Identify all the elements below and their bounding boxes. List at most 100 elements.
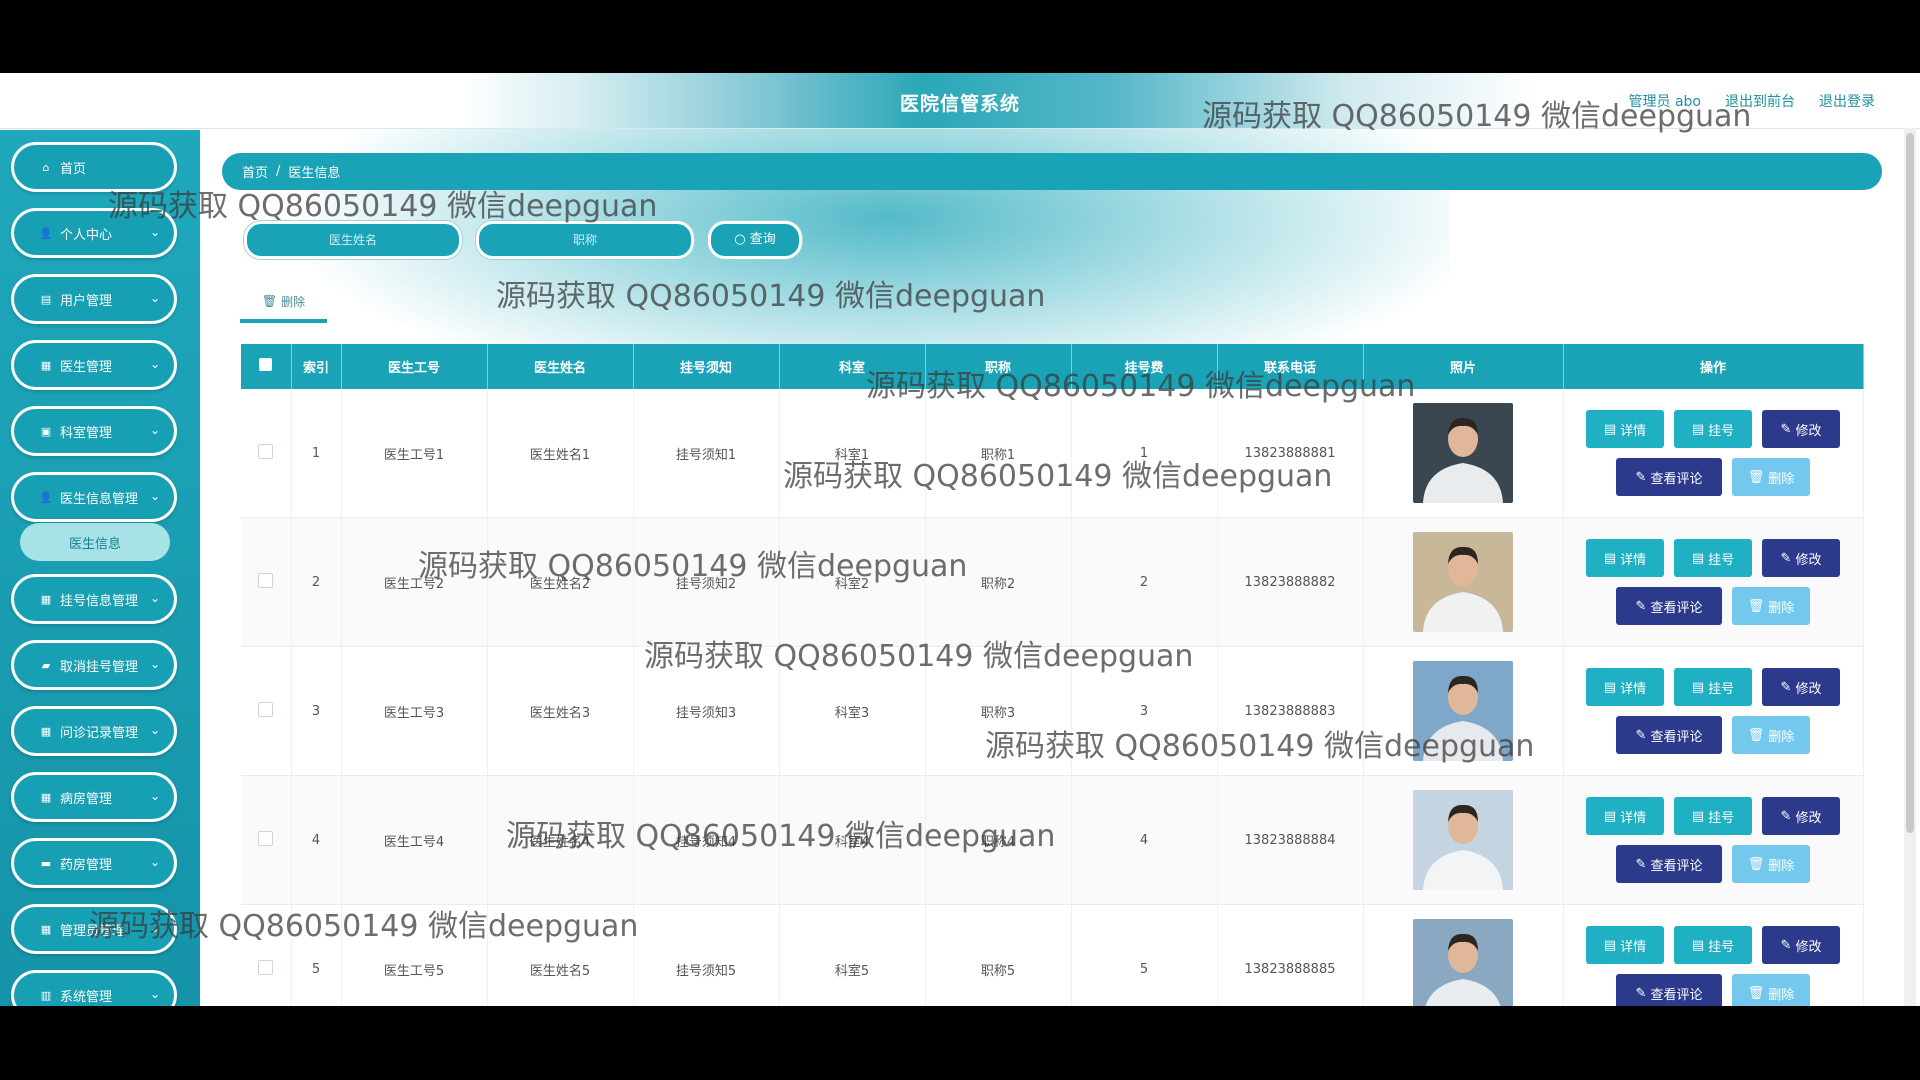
edit-button-label: 修改 [1795, 423, 1822, 439]
admin-user-link[interactable]: 管理员 abo [1629, 91, 1701, 111]
cell-doctor-name: 医生姓名2 [487, 517, 634, 647]
delete-button[interactable]: 🗑 删除 [1732, 974, 1810, 1006]
doctor-photo[interactable] [1413, 790, 1513, 890]
detail-button[interactable]: ▤ 详情 [1586, 668, 1664, 706]
view-comments-button[interactable]: ✎ 查看评论 [1616, 716, 1722, 754]
document-icon: ▤ [1691, 808, 1705, 824]
sidebar-item-label: 个人中心 [60, 227, 113, 243]
exit-to-frontend-link[interactable]: 退出到前台 [1725, 91, 1795, 111]
row-checkbox[interactable] [258, 959, 274, 975]
doctor-name-search-input[interactable]: 医生姓名 [244, 221, 462, 259]
sidebar-item[interactable]: ▬ 药房管理 ⌄ [11, 838, 177, 888]
cell-phone: 13823888882 [1217, 517, 1364, 647]
document-icon: ▤ [1603, 679, 1617, 695]
doctor-photo[interactable] [1413, 532, 1513, 632]
sidebar-item-label: 科室管理 [60, 425, 113, 441]
batch-delete-button[interactable]: 🗑 删除 [240, 283, 327, 323]
select-all-header[interactable] [241, 344, 292, 389]
sidebar-item[interactable]: ▥ 系统管理 ⌄ [11, 970, 177, 1006]
edit-button[interactable]: ✎ 修改 [1762, 410, 1840, 448]
edit-button[interactable]: ✎ 修改 [1762, 539, 1840, 577]
edit-button[interactable]: ✎ 修改 [1762, 926, 1840, 964]
cell-photo [1363, 646, 1564, 776]
col-header-fee: 挂号费 [1071, 344, 1218, 389]
sidebar-item[interactable]: ▰ 取消挂号管理 ⌄ [11, 640, 177, 690]
view-comments-button[interactable]: ✎ 查看评论 [1616, 458, 1722, 496]
chevron-down-icon: ⌄ [149, 423, 160, 437]
detail-button[interactable]: ▤ 详情 [1586, 926, 1664, 964]
view-comments-button[interactable]: ✎ 查看评论 [1616, 845, 1722, 883]
edit-button[interactable]: ✎ 修改 [1762, 797, 1840, 835]
edit-button-label: 修改 [1795, 939, 1822, 955]
detail-button[interactable]: ▤ 详情 [1586, 410, 1664, 448]
sidebar-item[interactable]: ▦ 问诊记录管理 ⌄ [11, 706, 177, 756]
cell-notice: 挂号须知5 [633, 904, 780, 1006]
trash-icon: 🗑 [1747, 985, 1765, 1001]
delete-button[interactable]: 🗑 删除 [1732, 845, 1810, 883]
sidebar-item[interactable]: ▣ 科室管理 ⌄ [11, 406, 177, 456]
actions-row-bottom: ✎ 查看评论 🗑 删除 [1616, 716, 1810, 754]
row-actions: ▤ 详情 ▤ 挂号 ✎ 修改 ✎ 查看评论 🗑 删除 [1565, 668, 1862, 754]
actions-row-top: ▤ 详情 ▤ 挂号 ✎ 修改 [1586, 668, 1840, 706]
actions-row-top: ▤ 详情 ▤ 挂号 ✎ 修改 [1586, 539, 1840, 577]
top-bar: 医院信管系统 管理员 abo 退出到前台 退出登录 [0, 73, 1920, 129]
register-button[interactable]: ▤ 挂号 [1674, 410, 1752, 448]
sidebar-item[interactable]: ▦ 挂号信息管理 ⌄ [11, 574, 177, 624]
sidebar-subitem-doctor-info[interactable]: 医生信息 [20, 523, 170, 561]
doctor-photo[interactable] [1413, 661, 1513, 761]
select-all-checkbox[interactable] [259, 358, 273, 371]
sidebar-item[interactable]: 👤 个人中心 ⌄ [11, 208, 177, 258]
title-search-input[interactable]: 职称 [476, 221, 694, 259]
logout-link[interactable]: 退出登录 [1819, 91, 1875, 111]
view-comments-button[interactable]: ✎ 查看评论 [1616, 974, 1722, 1006]
detail-button-label: 详情 [1620, 423, 1647, 439]
row-checkbox[interactable] [258, 701, 274, 717]
user-icon: 👤 [39, 226, 53, 240]
doctor-photo[interactable] [1413, 919, 1513, 1006]
col-header-notice: 挂号须知 [633, 344, 780, 389]
detail-button[interactable]: ▤ 详情 [1586, 539, 1664, 577]
view-comments-button[interactable]: ✎ 查看评论 [1616, 587, 1722, 625]
edit-button[interactable]: ✎ 修改 [1762, 668, 1840, 706]
sidebar-item[interactable]: ▦ 管理员管理 ⌄ [11, 904, 177, 954]
actions-row-bottom: ✎ 查看评论 🗑 删除 [1616, 587, 1810, 625]
doctor-photo[interactable] [1413, 403, 1513, 503]
register-button[interactable]: ▤ 挂号 [1674, 926, 1752, 964]
delete-button[interactable]: 🗑 删除 [1732, 587, 1810, 625]
register-button[interactable]: ▤ 挂号 [1674, 668, 1752, 706]
row-checkbox[interactable] [258, 572, 274, 588]
sidebar-item[interactable]: ▦ 医生管理 ⌄ [11, 340, 177, 390]
document-icon: ▤ [1603, 421, 1617, 437]
detail-button[interactable]: ▤ 详情 [1586, 797, 1664, 835]
cell-phone: 13823888883 [1217, 646, 1364, 776]
delete-button[interactable]: 🗑 删除 [1732, 716, 1810, 754]
home-icon: ⌂ [42, 160, 50, 174]
delete-button-label: 删除 [1768, 600, 1795, 616]
query-button[interactable]: ○ 查询 [708, 221, 802, 259]
sidebar-item[interactable]: ⌂ 首页 [11, 142, 177, 192]
sidebar-item[interactable]: ▦ 病房管理 ⌄ [11, 772, 177, 822]
register-button-label: 挂号 [1708, 552, 1735, 568]
cell-index: 3 [291, 646, 342, 776]
sidebar-item[interactable]: ▤ 用户管理 ⌄ [11, 274, 177, 324]
folder-icon: ▰ [41, 658, 51, 672]
document-icon: ▤ [1691, 937, 1705, 953]
row-checkbox[interactable] [258, 830, 274, 846]
row-checkbox[interactable] [258, 443, 274, 459]
sidebar: ⌂ 首页 👤 个人中心 ⌄ ▤ 用户管理 ⌄ ▦ 医生管理 ⌄ ▣ 科室管理 ⌄ 👤 医生信息管理 ⌄ ▦ 挂号信息… [0, 130, 200, 1006]
chevron-down-icon: ⌄ [149, 657, 160, 671]
register-button[interactable]: ▤ 挂号 [1674, 539, 1752, 577]
chevron-down-icon: ⌄ [149, 591, 160, 605]
delete-button[interactable]: 🗑 删除 [1732, 458, 1810, 496]
breadcrumb-home[interactable]: 首页 [242, 162, 268, 181]
cell-title: 职称1 [925, 389, 1072, 518]
cell-notice: 挂号须知4 [633, 775, 780, 905]
page-scrollbar[interactable] [1904, 128, 1916, 1006]
register-button[interactable]: ▤ 挂号 [1674, 797, 1752, 835]
document-icon: ▤ [1603, 808, 1617, 824]
sidebar-item[interactable]: 👤 医生信息管理 ⌄ [11, 472, 177, 522]
grid-icon: ▦ [40, 790, 52, 804]
actions-row-bottom: ✎ 查看评论 🗑 删除 [1616, 458, 1810, 496]
detail-button-label: 详情 [1620, 939, 1647, 955]
scroll-thumb[interactable] [1906, 133, 1914, 833]
